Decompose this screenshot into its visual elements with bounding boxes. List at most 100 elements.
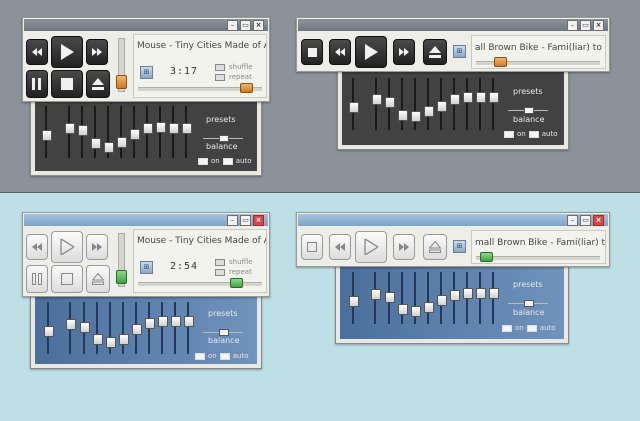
eq-band-knob[interactable] [349,102,359,113]
eq-band-slider[interactable] [398,78,408,130]
eq-band-slider[interactable] [132,302,142,354]
eq-band-slider[interactable] [463,78,473,130]
next-button[interactable] [86,234,108,260]
volume-slider[interactable] [116,233,127,287]
previous-button[interactable] [26,234,48,260]
eq-presets-button[interactable]: presets [513,87,543,96]
eq-band-slider[interactable] [156,106,166,158]
eq-band-knob[interactable] [372,94,382,105]
stop-button[interactable] [301,39,323,65]
seek-bar[interactable] [476,252,600,262]
seek-knob[interactable] [240,83,253,93]
eq-band-slider[interactable] [385,272,395,324]
eq-band-knob[interactable] [489,92,499,103]
shuffle-toggle[interactable]: shuffle [215,63,253,71]
next-button[interactable] [393,234,415,260]
close-icon[interactable]: × [253,20,264,31]
eq-band-slider[interactable] [424,272,434,324]
eq-band-slider[interactable] [489,78,499,130]
eq-on-checkbox[interactable] [504,130,514,138]
eq-band-slider[interactable] [145,302,155,354]
eq-band-slider[interactable] [91,106,101,158]
eq-band-knob[interactable] [44,326,54,337]
stop-button[interactable] [301,234,323,260]
eq-band-slider[interactable] [385,78,395,130]
eq-band-slider[interactable] [78,106,88,158]
windows-flag-icon[interactable]: ⊞ [453,240,466,253]
eq-band-knob[interactable] [132,324,142,335]
play-button[interactable] [355,231,387,263]
stop-button[interactable] [51,70,83,98]
eq-band-knob[interactable] [411,306,421,317]
balance-slider[interactable] [524,107,534,114]
next-button[interactable] [86,39,108,65]
eq-band-knob[interactable] [476,288,486,299]
eq-band-slider[interactable] [171,302,181,354]
eq-band-knob[interactable] [437,295,447,306]
eq-band-slider[interactable] [411,78,421,130]
eq-band-knob[interactable] [91,138,101,149]
maximize-icon[interactable]: ▭ [580,20,591,31]
eq-presets-button[interactable]: presets [206,115,236,124]
eq-preamp-slider[interactable] [42,106,52,158]
eq-band-slider[interactable] [463,272,473,324]
seek-bar[interactable] [138,83,262,93]
minimize-icon[interactable]: – [567,20,578,31]
eq-band-slider[interactable] [130,106,140,158]
eq-band-knob[interactable] [169,123,179,134]
eq-band-knob[interactable] [78,125,88,136]
maximize-icon[interactable]: ▭ [240,215,251,226]
minimize-icon[interactable]: – [567,215,578,226]
eq-band-knob[interactable] [463,92,473,103]
eq-band-slider[interactable] [489,272,499,324]
close-icon[interactable]: × [253,215,264,226]
eq-band-knob[interactable] [130,129,140,140]
eq-band-slider[interactable] [65,106,75,158]
eq-band-knob[interactable] [65,123,75,134]
eq-band-knob[interactable] [411,111,421,122]
previous-button[interactable] [329,39,351,65]
eq-band-slider[interactable] [437,272,447,324]
eq-band-slider[interactable] [437,78,447,130]
eq-preamp-slider[interactable] [349,272,359,324]
eq-band-knob[interactable] [385,97,395,108]
minimize-icon[interactable]: – [227,20,238,31]
seek-knob[interactable] [230,278,243,288]
pause-button[interactable] [26,265,48,293]
eq-band-slider[interactable] [119,302,129,354]
eq-band-knob[interactable] [489,288,499,299]
eq-band-knob[interactable] [437,101,447,112]
volume-slider[interactable] [116,38,127,92]
windows-flag-icon[interactable]: ⊞ [453,45,466,58]
repeat-checkbox[interactable] [215,73,225,81]
eq-band-knob[interactable] [80,322,90,333]
eq-band-knob[interactable] [106,337,116,348]
volume-knob[interactable] [116,75,127,89]
eq-band-slider[interactable] [182,106,192,158]
eq-band-slider[interactable] [476,272,486,324]
eq-band-knob[interactable] [66,319,76,330]
eq-auto-checkbox[interactable] [526,324,537,332]
eq-band-knob[interactable] [398,304,408,315]
shuffle-checkbox[interactable] [215,63,225,71]
maximize-icon[interactable]: ▭ [240,20,251,31]
close-icon[interactable]: × [593,215,604,226]
eq-band-knob[interactable] [171,316,181,327]
eq-presets-button[interactable]: presets [208,309,238,318]
eject-button[interactable] [86,265,110,293]
repeat-toggle[interactable]: repeat [215,73,252,81]
eq-auto-checkbox[interactable] [222,157,233,165]
maximize-icon[interactable]: ▭ [580,215,591,226]
shuffle-checkbox[interactable] [215,258,225,266]
eq-band-slider[interactable] [143,106,153,158]
seek-bar[interactable] [476,57,600,67]
balance-slider[interactable] [219,329,229,336]
play-button[interactable] [51,36,83,68]
eq-preamp-slider[interactable] [44,302,54,354]
eq-band-knob[interactable] [158,316,168,327]
play-button[interactable] [355,36,387,68]
eq-band-knob[interactable] [463,288,473,299]
windows-flag-icon[interactable]: ⊞ [140,261,153,274]
previous-button[interactable] [26,39,48,65]
eq-band-slider[interactable] [158,302,168,354]
